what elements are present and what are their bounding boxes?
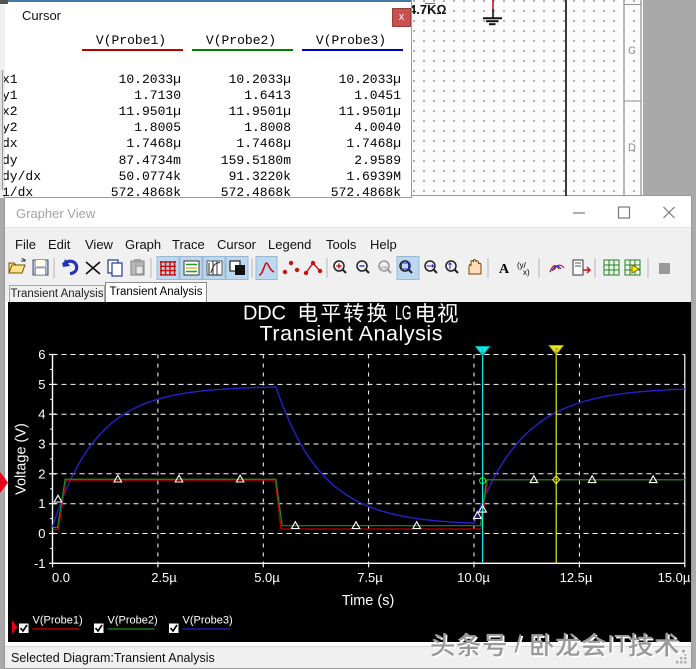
svg-text:.: .: [680, 630, 687, 658]
svg-text:/: /: [515, 630, 523, 658]
svg-text:IT: IT: [607, 630, 630, 658]
